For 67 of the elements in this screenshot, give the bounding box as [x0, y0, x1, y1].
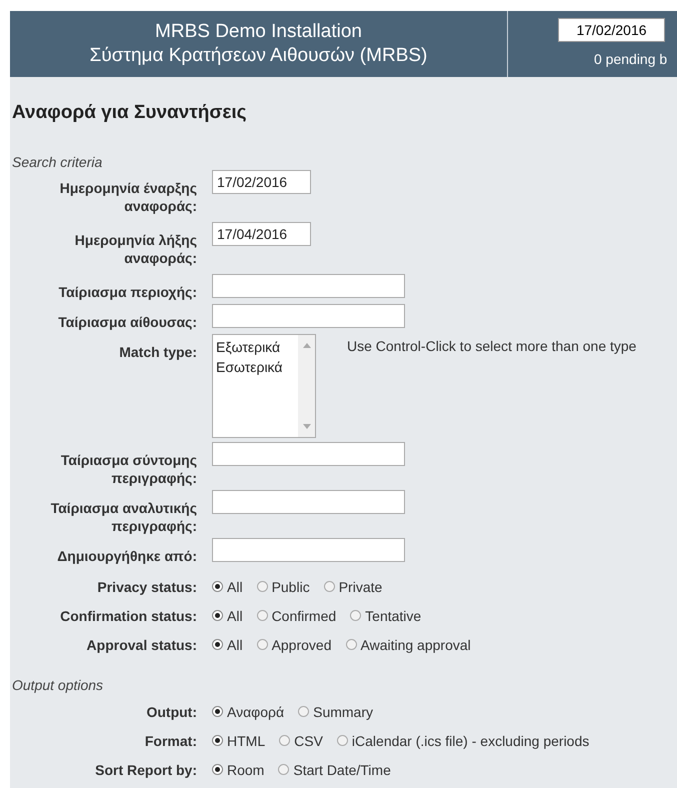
date-field[interactable]: 17/02/2016	[212, 170, 311, 194]
radio-icon[interactable]	[212, 610, 223, 621]
radio-button[interactable]: All	[212, 636, 243, 652]
field-label: Ημερομηνία λήξης αναφοράς:	[74, 231, 197, 267]
radio-button[interactable]: Tentative	[350, 608, 422, 624]
radio-button[interactable]: All	[212, 608, 243, 624]
radio-icon[interactable]	[256, 639, 268, 650]
scroll-down-icon[interactable]	[302, 424, 310, 429]
date-field[interactable]: 17/04/2016	[212, 222, 311, 246]
radio-icon[interactable]	[324, 581, 335, 592]
radio-icon[interactable]	[279, 735, 290, 746]
date-field[interactable]: 17/02/2016	[558, 18, 665, 42]
field-label: Sort Report by:	[94, 761, 197, 779]
list-option[interactable]: Εσωτερικά	[216, 357, 282, 377]
field-label: Δημιουργήθηκε από:	[56, 547, 197, 565]
site-subtitle: Σύστημα Κρατήσεων Αιθουσών (MRBS)	[90, 44, 428, 68]
radio-icon[interactable]	[256, 610, 268, 621]
radio-icon[interactable]	[212, 581, 223, 592]
radio-icon[interactable]	[336, 735, 348, 746]
section-legend: Output options	[12, 677, 677, 693]
radio-icon[interactable]	[212, 639, 223, 650]
input-field[interactable]	[212, 538, 405, 562]
page-heading: Αναφορά για Συναντήσεις	[11, 101, 248, 125]
radio-button[interactable]: Awaiting approval	[346, 636, 471, 652]
input-field[interactable]	[212, 274, 405, 298]
hint-text: Use Control-Click to select more than one type	[347, 338, 636, 354]
radio-button[interactable]: CSV	[279, 732, 323, 748]
radio-button[interactable]: Αναφορά	[212, 704, 284, 720]
radio-icon[interactable]	[278, 764, 290, 775]
radio-button[interactable]: Public	[256, 578, 310, 594]
radio-button[interactable]: iCalendar (.ics file) - excluding periods	[336, 732, 590, 748]
field-label: Format:	[144, 732, 197, 750]
site-title: MRBS Demo Installation	[155, 20, 362, 44]
section-legend: Search criteria	[12, 154, 677, 170]
field-label: Confirmation status:	[59, 607, 197, 625]
pending-bookings-text: 0 pending b	[594, 51, 668, 67]
radio-button[interactable]: HTML	[212, 732, 266, 748]
field-label: Ταίριασμα αναλυτικής περιγραφής:	[50, 499, 197, 535]
field-label: Ταίριασμα περιοχής:	[58, 283, 197, 301]
field-label: Output:	[145, 703, 197, 721]
scroll-up-icon[interactable]	[302, 343, 310, 348]
field-label: Ταίριασμα αίθουσας:	[57, 313, 197, 331]
radio-icon[interactable]	[298, 706, 310, 717]
radio-button[interactable]: Confirmed	[256, 608, 336, 624]
scrollbar[interactable]	[298, 335, 315, 437]
radio-icon[interactable]	[346, 639, 356, 650]
radio-button[interactable]: Room	[212, 762, 264, 778]
field-label: Approval status:	[86, 636, 197, 654]
field-label: Ταίριασμα σύντομης περιγραφής:	[60, 451, 197, 487]
radio-button[interactable]: Approved	[256, 636, 332, 652]
radio-button[interactable]: Private	[324, 578, 382, 594]
list-option[interactable]: Εξωτερικά	[216, 337, 280, 357]
radio-button[interactable]: Summary	[298, 704, 374, 720]
input-field[interactable]	[212, 442, 405, 466]
radio-icon[interactable]	[256, 581, 268, 592]
radio-button[interactable]: Start Date/Time	[278, 762, 391, 778]
listbox[interactable]: Εξωτερικά Εσωτερικά	[212, 334, 316, 438]
radio-icon[interactable]	[212, 735, 223, 746]
field-label: Ημερομηνία έναρξης αναφοράς:	[58, 179, 197, 215]
radio-icon[interactable]	[212, 706, 223, 717]
radio-button[interactable]: All	[212, 578, 243, 594]
input-field[interactable]	[212, 304, 405, 328]
radio-icon[interactable]	[350, 610, 362, 621]
radio-icon[interactable]	[212, 764, 223, 775]
field-label: Match type:	[118, 343, 197, 361]
field-label: Privacy status:	[96, 578, 197, 596]
input-field[interactable]	[212, 490, 405, 514]
